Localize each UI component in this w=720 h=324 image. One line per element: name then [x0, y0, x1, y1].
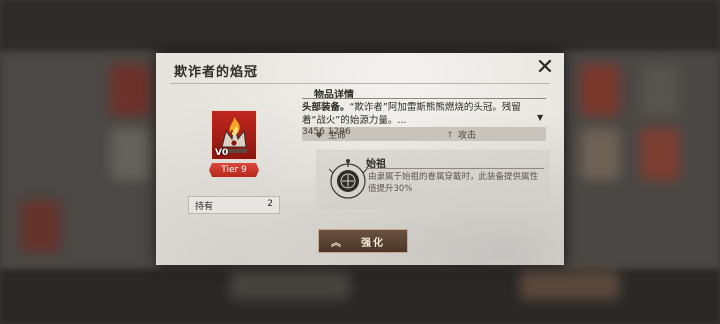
bg-top-bar [0, 0, 720, 52]
bg-card [230, 270, 350, 300]
double-chevron-up-icon: ︽ [331, 238, 341, 249]
upgrade-button-label: 强化 [361, 238, 385, 249]
upgrade-button[interactable]: ︽ 强化 [318, 229, 408, 253]
dialog-title: 欺诈者的焰冠 [174, 65, 259, 80]
title-divider [170, 83, 550, 84]
bg-card [580, 128, 620, 180]
effect-description: 由隶属于始祖的眷属穿戴时，此装备提供属性值提升30% [368, 172, 539, 194]
owned-label: 持有 [195, 202, 214, 212]
stats-bar: ◆ 生命 3456 † 攻击 1296 [302, 127, 546, 141]
close-icon[interactable]: ✕ [534, 57, 556, 79]
bg-card [640, 128, 680, 180]
bg-card [640, 64, 680, 116]
bg-card [20, 200, 60, 252]
sword-icon: † [448, 130, 452, 139]
description-bold: 头部装备。 [302, 102, 350, 113]
bg-card [580, 64, 620, 116]
bg-card [110, 64, 150, 116]
diamond-icon: ◆ [316, 130, 323, 139]
bg-card [520, 270, 620, 300]
ancestor-emblem-icon [328, 159, 368, 199]
dialog-title-bar: 欺诈者的焰冠 ✕ [156, 53, 564, 83]
owned-count-box: 持有 2 [188, 196, 280, 214]
owned-value: 2 [267, 199, 273, 209]
stat-hp: ◆ 生命 [316, 128, 346, 141]
effect-divider [366, 168, 544, 169]
item-description[interactable]: 头部装备。“欺诈者”阿加雷斯熊熊燃烧的头冠。残留着“战火”的始源力量。... [302, 102, 534, 127]
section-divider [302, 98, 546, 99]
stat-label: 生命 [328, 131, 347, 141]
stat-attack: † 攻击 [448, 128, 476, 141]
stat-label: 攻击 [458, 131, 477, 141]
bg-card [110, 128, 150, 180]
scroll-down-icon[interactable]: ▼ [537, 113, 543, 122]
item-icon: V0 [211, 110, 257, 160]
tier-badge: Tier 9 [209, 163, 259, 177]
item-level: V0 [215, 148, 229, 158]
item-detail-dialog: 欺诈者的焰冠 ✕ V0 Tier 9 持有 2 物品详情 头部装备。“欺诈者”阿… [156, 53, 564, 265]
